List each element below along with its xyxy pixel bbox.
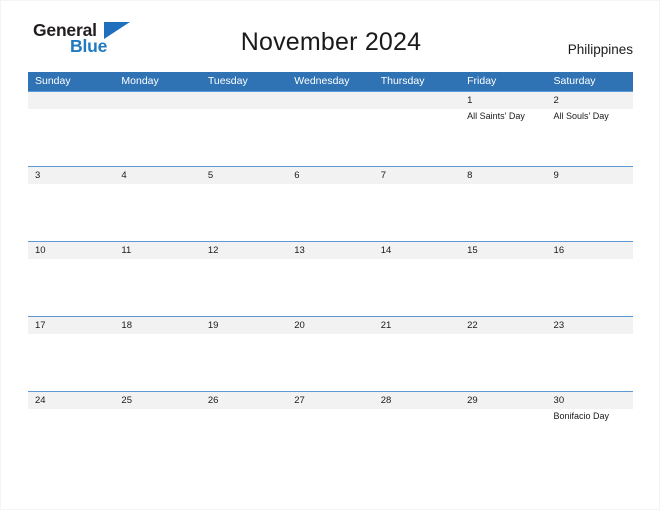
day-cell[interactable] [28, 92, 114, 166]
region-label: Philippines [567, 42, 633, 57]
day-number: 6 [294, 170, 300, 181]
weekday-sunday: Sunday [35, 75, 71, 87]
day-number: 30 [553, 395, 565, 406]
day-number: 29 [467, 395, 478, 406]
page-header: General Blue November 2024 Philippines [1, 1, 660, 69]
day-cell[interactable] [374, 92, 460, 166]
day-cell[interactable]: 7 [374, 167, 460, 241]
day-number: 7 [380, 170, 386, 181]
day-cell[interactable]: 29 [460, 392, 546, 466]
day-cell[interactable]: 20 [287, 317, 373, 391]
page-title: November 2024 [240, 28, 422, 56]
day-number: 27 [294, 395, 305, 406]
day-number: 22 [467, 320, 478, 331]
day-cell[interactable]: 14 [374, 242, 460, 316]
day-cell[interactable]: 6 [287, 167, 373, 241]
day-cell[interactable]: 15 [460, 242, 546, 316]
day-number: 20 [294, 320, 305, 331]
day-event: All Souls' Day [553, 111, 609, 121]
week-row: 10 11 12 13 14 15 16 [28, 241, 633, 316]
day-cell[interactable]: 1 All Saints' Day [460, 92, 546, 166]
weekday-saturday: Saturday [553, 75, 596, 87]
day-number: 11 [121, 245, 132, 256]
day-cell[interactable]: 30 Bonifacio Day [547, 392, 633, 466]
day-cell[interactable]: 18 [114, 317, 200, 391]
day-cell[interactable]: 17 [28, 317, 114, 391]
day-cell[interactable]: 4 [114, 167, 200, 241]
day-number: 18 [121, 320, 132, 331]
week-row: 3 4 5 6 7 8 9 [28, 166, 633, 241]
day-number: 8 [467, 170, 473, 181]
day-cell[interactable]: 19 [201, 317, 287, 391]
day-cell[interactable]: 28 [374, 392, 460, 466]
day-number: 21 [380, 320, 392, 331]
day-number: 17 [35, 320, 46, 331]
day-cell[interactable]: 25 [114, 392, 200, 466]
week-row: 24 25 26 27 28 29 30 Bonifacio Day [28, 391, 633, 466]
weekday-thursday: Thursday [380, 75, 425, 87]
day-number: 16 [553, 245, 565, 256]
day-number: 25 [121, 395, 132, 406]
day-number: 28 [380, 395, 392, 406]
day-number: 26 [207, 395, 219, 406]
day-cell[interactable]: 13 [287, 242, 373, 316]
calendar-grid: Sunday Monday Tuesday Wednesday Thursday… [28, 72, 633, 466]
weekday-tuesday: Tuesday [207, 75, 248, 87]
day-cell[interactable]: 3 [28, 167, 114, 241]
day-number: 19 [207, 320, 219, 331]
day-cell[interactable]: 23 [547, 317, 633, 391]
day-number: 12 [207, 245, 219, 256]
day-cell[interactable]: 24 [28, 392, 114, 466]
day-event: All Saints' Day [467, 111, 525, 121]
day-number: 2 [553, 95, 559, 106]
weekday-wednesday: Wednesday [294, 75, 350, 87]
day-cell[interactable]: 11 [114, 242, 200, 316]
day-number: 1 [467, 95, 473, 106]
day-number: 4 [121, 170, 127, 181]
day-number: 24 [35, 395, 46, 406]
weekday-friday: Friday [467, 75, 497, 87]
day-cell[interactable]: 5 [201, 167, 287, 241]
day-cell[interactable]: 21 [374, 317, 460, 391]
day-cell[interactable]: 2 All Souls' Day [547, 92, 633, 166]
day-cell[interactable]: 26 [201, 392, 287, 466]
day-number: 10 [35, 245, 46, 256]
weekday-monday: Monday [121, 75, 159, 87]
day-number: 15 [467, 245, 478, 256]
day-event: Bonifacio Day [553, 411, 610, 421]
calendar-page: General Blue November 2024 Philippines S… [0, 0, 660, 510]
day-number: 23 [553, 320, 565, 331]
day-cell[interactable]: 9 [547, 167, 633, 241]
day-cell[interactable] [287, 92, 373, 166]
day-cell[interactable]: 27 [287, 392, 373, 466]
day-cell[interactable]: 16 [547, 242, 633, 316]
day-number: 13 [294, 245, 305, 256]
day-number: 3 [35, 170, 41, 181]
week-row: 1 All Saints' Day 2 All Souls' Day [28, 91, 633, 166]
weekday-header-row: Sunday Monday Tuesday Wednesday Thursday… [28, 72, 633, 91]
week-row: 17 18 19 20 21 22 23 [28, 316, 633, 391]
day-cell[interactable]: 22 [460, 317, 546, 391]
day-number: 9 [553, 170, 559, 181]
day-cell[interactable]: 10 [28, 242, 114, 316]
day-cell[interactable]: 8 [460, 167, 546, 241]
day-number: 5 [207, 170, 214, 181]
day-cell[interactable] [201, 92, 287, 166]
day-cell[interactable] [114, 92, 200, 166]
day-cell[interactable]: 12 [201, 242, 287, 316]
day-number: 14 [380, 245, 392, 256]
